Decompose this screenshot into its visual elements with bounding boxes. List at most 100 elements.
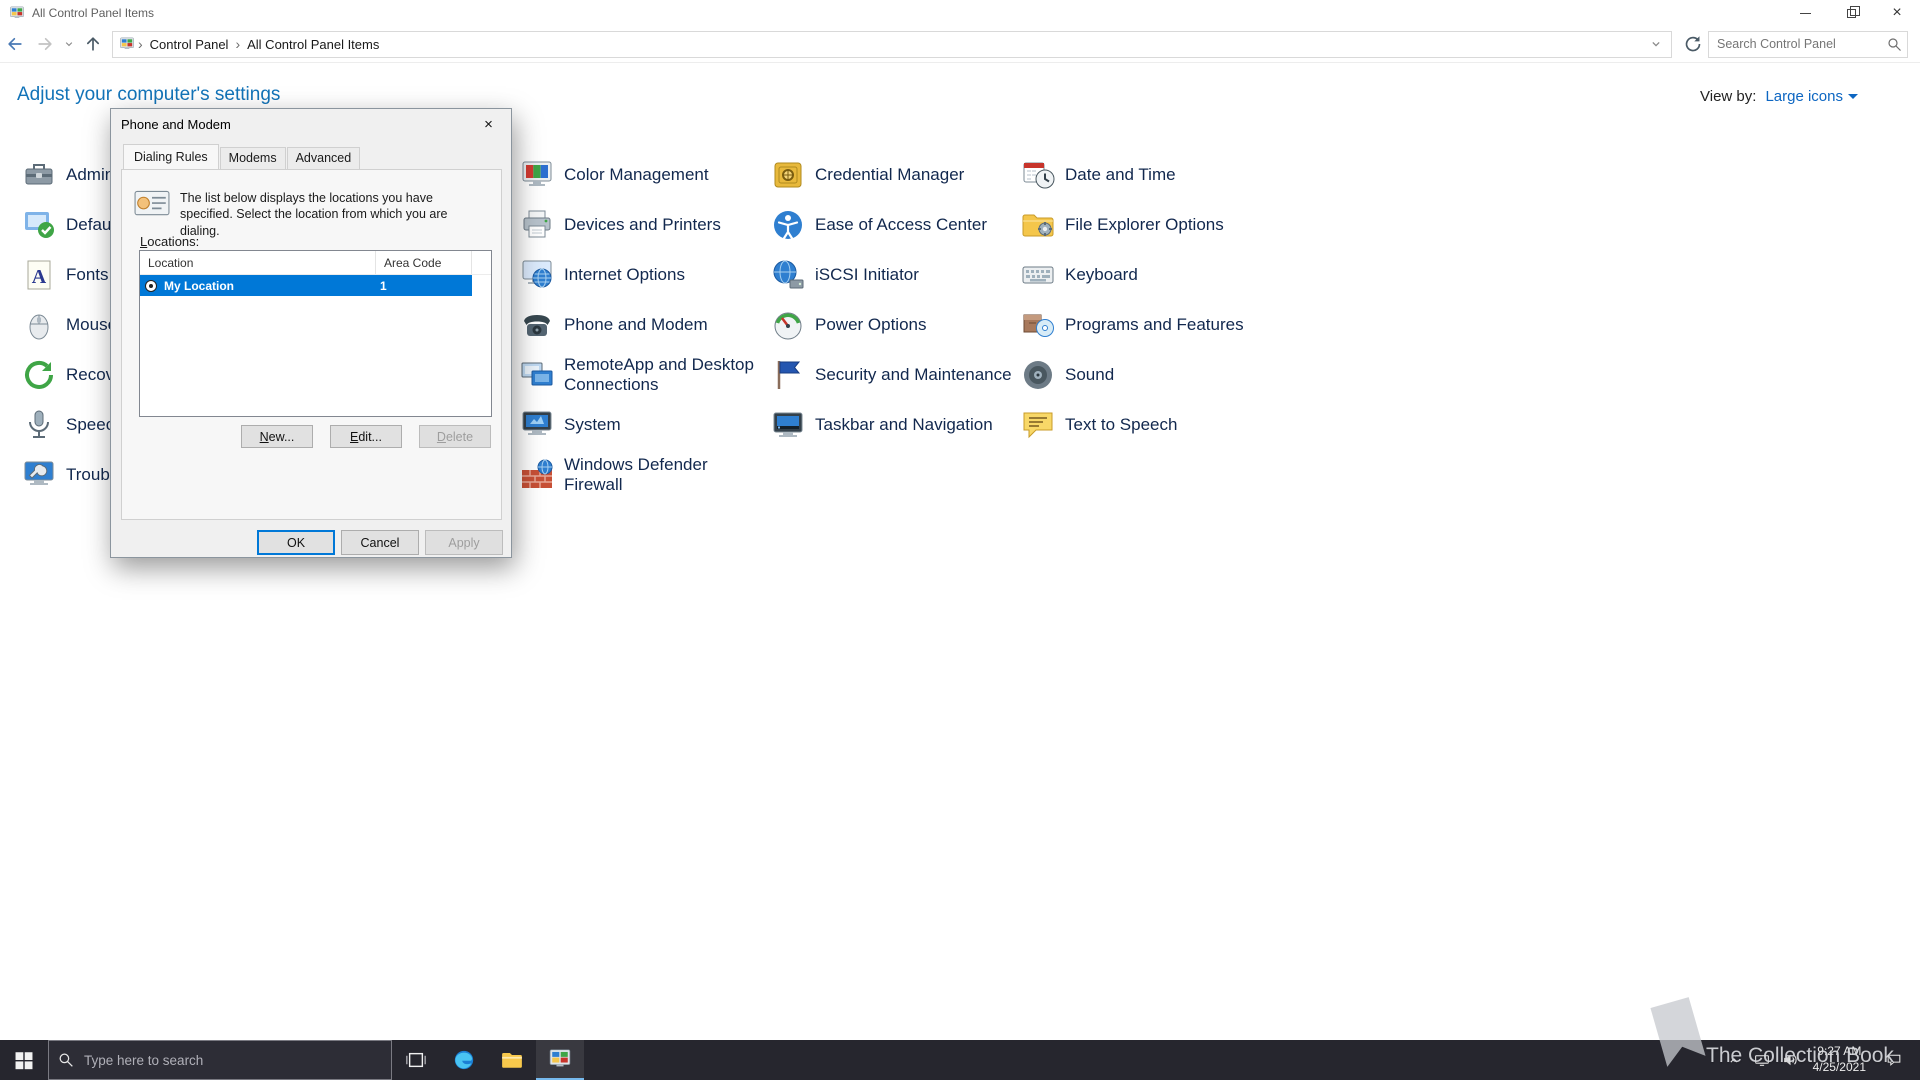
cpl-item-credential-manager[interactable]: Credential Manager <box>771 155 964 195</box>
cpl-item-text-to-speech[interactable]: Text to Speech <box>1021 405 1177 445</box>
tab-advanced[interactable]: Advanced <box>286 147 361 169</box>
window-controls: × <box>1782 0 1920 26</box>
search-input[interactable] <box>1717 37 1886 51</box>
refresh-icon <box>1682 33 1704 55</box>
forward-button[interactable] <box>30 29 60 59</box>
cpl-item-fonts[interactable]: A Fonts <box>22 255 109 295</box>
taskbar-clock[interactable]: 9:27 AM 4/25/2021 <box>1804 1044 1875 1075</box>
close-window-button[interactable]: × <box>1874 0 1920 26</box>
action-center-icon <box>1885 1051 1903 1069</box>
control-panel-icon <box>548 1047 572 1071</box>
breadcrumb-all-control-panel-items[interactable]: All Control Panel Items <box>243 37 383 52</box>
action-center-button[interactable] <box>1875 1040 1913 1080</box>
tab-modems[interactable]: Modems <box>219 147 286 169</box>
view-by: View by: Large icons <box>1700 88 1858 105</box>
phone-and-modem-icon <box>520 308 554 342</box>
edit-button[interactable]: Edit... <box>330 425 402 448</box>
volume-tray-button[interactable] <box>1776 1040 1804 1080</box>
new-button[interactable]: New... <box>241 425 313 448</box>
ok-button[interactable]: OK <box>257 530 335 555</box>
cpl-item-power-options[interactable]: Power Options <box>771 305 927 345</box>
cpl-item-taskbar-and-navigation[interactable]: Taskbar and Navigation <box>771 405 993 445</box>
start-button[interactable] <box>0 1040 48 1080</box>
cpl-item-internet-options[interactable]: Internet Options <box>520 255 685 295</box>
cancel-button[interactable]: Cancel <box>341 530 419 555</box>
network-tray-button[interactable] <box>1748 1040 1776 1080</box>
task-view-button[interactable] <box>392 1040 440 1080</box>
restore-button[interactable] <box>1828 0 1874 26</box>
up-button[interactable] <box>78 29 108 59</box>
refresh-button[interactable] <box>1678 29 1708 59</box>
date-and-time-icon <box>1021 158 1055 192</box>
cpl-item-label: Power Options <box>815 315 927 335</box>
window-title: All Control Panel Items <box>32 6 155 20</box>
cpl-item-windows-defender-firewall[interactable]: Windows Defender Firewall <box>520 450 754 500</box>
delete-button: Delete <box>419 425 491 448</box>
taskbar-spacer <box>584 1040 1720 1080</box>
chevron-down-icon <box>61 36 77 52</box>
dialog-title-bar[interactable]: Phone and Modem × <box>111 109 511 139</box>
sound-icon <box>1021 358 1055 392</box>
tab-dialing-rules[interactable]: Dialing Rules <box>123 144 219 169</box>
cpl-item-mouse[interactable]: Mouse <box>22 305 117 345</box>
mouse-icon <box>22 308 56 342</box>
back-button[interactable] <box>0 29 30 59</box>
cpl-item-iscsi-initiator[interactable]: iSCSI Initiator <box>771 255 919 295</box>
column-header-location[interactable]: Location <box>140 251 376 274</box>
view-by-value[interactable]: Large icons <box>1765 88 1843 105</box>
edge-icon <box>452 1048 476 1072</box>
forward-icon <box>34 33 56 55</box>
fonts-icon: A <box>22 258 56 292</box>
cpl-item-label: Sound <box>1065 365 1115 385</box>
file-explorer-icon <box>500 1048 524 1072</box>
cpl-item-label: Programs and Features <box>1065 315 1244 335</box>
cpl-item-security-and-maintenance[interactable]: Security and Maintenance <box>771 355 1012 395</box>
clock-date: 4/25/2021 <box>1812 1060 1866 1074</box>
cpl-item-programs-and-features[interactable]: Programs and Features <box>1021 305 1244 345</box>
taskbar-search-input[interactable] <box>84 1052 383 1068</box>
cpl-item-label: System <box>564 415 621 435</box>
recovery-icon <box>22 358 56 392</box>
administrative-tools-icon <box>22 158 56 192</box>
dialog-tabs: Dialing Rules Modems Advanced <box>123 144 361 169</box>
cpl-item-label: Fonts <box>66 265 109 285</box>
cpl-item-color-management[interactable]: Color Management <box>520 155 709 195</box>
minimize-button[interactable] <box>1782 0 1828 26</box>
control-panel-taskbar-button[interactable] <box>536 1040 584 1080</box>
column-header-area-code[interactable]: Area Code <box>376 251 472 274</box>
cpl-item-sound[interactable]: Sound <box>1021 355 1114 395</box>
recent-pages-button[interactable] <box>60 29 78 59</box>
cpl-item-label: Devices and Printers <box>564 215 721 235</box>
address-bar[interactable]: › Control Panel › All Control Panel Item… <box>112 30 1672 58</box>
cpl-item-label: Phone and Modem <box>564 315 708 335</box>
troubleshooting-icon <box>22 458 56 492</box>
breadcrumb-control-panel[interactable]: Control Panel <box>146 37 233 52</box>
cpl-item-system[interactable]: System <box>520 405 621 445</box>
address-location-icon <box>119 36 135 52</box>
list-row-my-location[interactable]: My Location 1 <box>140 275 472 296</box>
search-icon[interactable] <box>1886 36 1903 53</box>
cpl-item-devices-and-printers[interactable]: Devices and Printers <box>520 205 721 245</box>
address-dropdown-icon[interactable] <box>1647 35 1665 53</box>
color-management-icon <box>520 158 554 192</box>
cpl-item-date-and-time[interactable]: Date and Time <box>1021 155 1176 195</box>
default-programs-icon <box>22 208 56 242</box>
windows-defender-firewall-icon <box>520 458 554 492</box>
cpl-item-remoteapp[interactable]: RemoteApp and Desktop Connections <box>520 350 754 400</box>
list-header: Location Area Code <box>140 251 491 275</box>
dialog-close-button[interactable]: × <box>466 110 511 139</box>
cpl-item-keyboard[interactable]: Keyboard <box>1021 255 1138 295</box>
phone-and-modem-dialog: Phone and Modem × Dialing Rules Modems A… <box>110 108 512 558</box>
cpl-item-label: Color Management <box>564 165 709 185</box>
cpl-item-file-explorer-options[interactable]: File Explorer Options <box>1021 205 1224 245</box>
view-by-label: View by: <box>1700 88 1757 105</box>
system-icon <box>520 408 554 442</box>
file-explorer-button[interactable] <box>488 1040 536 1080</box>
tray-expand-button[interactable] <box>1720 1040 1748 1080</box>
cpl-item-phone-and-modem[interactable]: Phone and Modem <box>520 305 708 345</box>
network-icon <box>1753 1051 1771 1069</box>
iscsi-initiator-icon <box>771 258 805 292</box>
edge-button[interactable] <box>440 1040 488 1080</box>
locations-list[interactable]: Location Area Code My Location 1 <box>139 250 492 417</box>
cpl-item-ease-of-access-center[interactable]: Ease of Access Center <box>771 205 987 245</box>
